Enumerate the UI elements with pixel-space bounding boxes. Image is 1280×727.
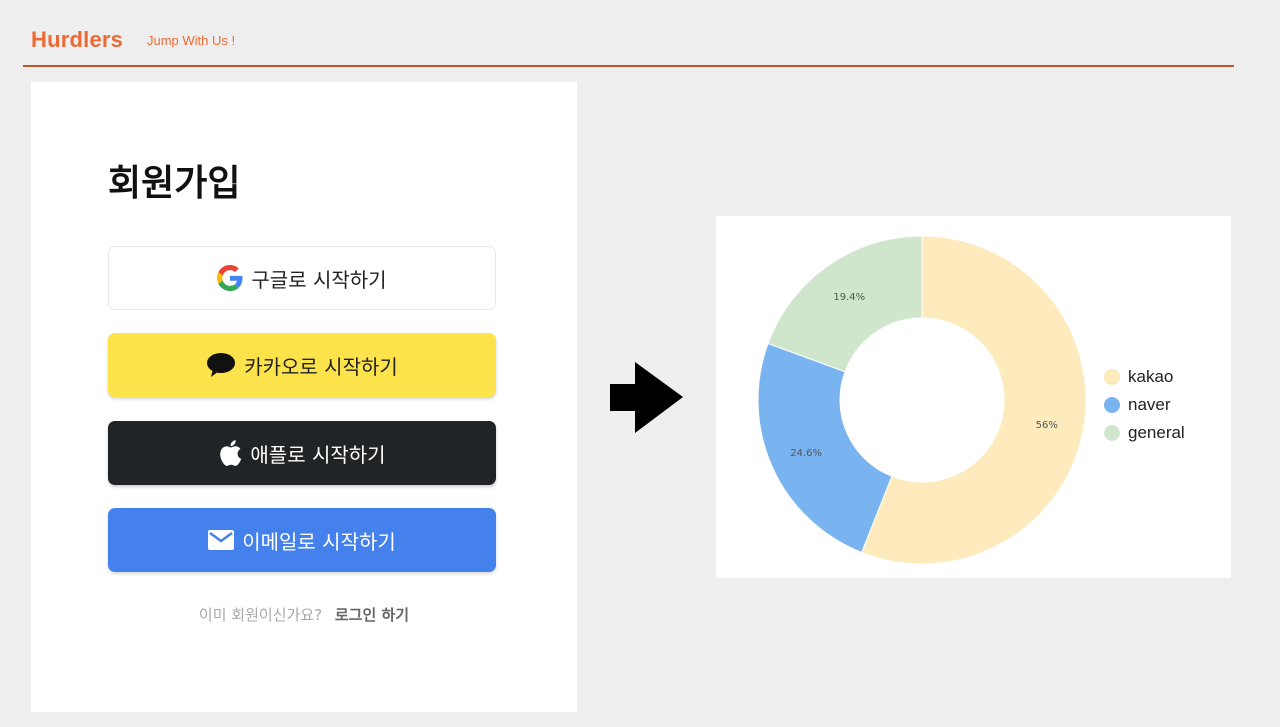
brand-logo[interactable]: Hurdlers	[31, 27, 123, 53]
apple-signup-button[interactable]: 애플로 시작하기	[108, 421, 496, 485]
legend-item-naver: naver	[1104, 391, 1185, 419]
page-title: 회원가입	[108, 163, 241, 204]
slice-general	[767, 235, 923, 373]
google-signup-button[interactable]: 구글로 시작하기	[108, 246, 496, 310]
google-g-icon	[217, 265, 243, 291]
envelope-icon	[208, 530, 235, 550]
top-header: Hurdlers Jump With Us !	[23, 24, 1234, 67]
kakao-signup-label: 카카오로 시작하기	[244, 354, 398, 379]
legend-label-general: general	[1128, 423, 1185, 442]
signup-card: 회원가입 구글로 시작하기 카카오로 시작하기 애플로 시작하기 이메일로 시작…	[31, 82, 577, 712]
signup-method-chart: 56% 24.6% 19.4% kakao naver general	[716, 216, 1231, 578]
login-link[interactable]: 로그인 하기	[335, 606, 409, 624]
apple-signup-label: 애플로 시작하기	[250, 442, 386, 467]
slice-label-general: 19.4%	[833, 292, 865, 303]
right-arrow-icon	[609, 362, 685, 438]
email-signup-label: 이메일로 시작하기	[242, 529, 396, 554]
slice-naver	[757, 342, 893, 554]
email-signup-button[interactable]: 이메일로 시작하기	[108, 508, 496, 572]
apple-logo-icon	[218, 439, 242, 467]
kakao-signup-button[interactable]: 카카오로 시작하기	[108, 333, 496, 397]
chart-legend: kakao naver general	[1104, 363, 1185, 447]
login-prompt-row: 이미 회원이신가요? 로그인 하기	[31, 604, 577, 625]
google-signup-label: 구글로 시작하기	[251, 267, 387, 292]
legend-label-naver: naver	[1128, 395, 1171, 414]
login-question: 이미 회원이신가요?	[198, 606, 323, 624]
brand-tagline: Jump With Us !	[147, 33, 236, 48]
donut-chart: 56% 24.6% 19.4%	[757, 235, 1087, 565]
legend-swatch	[1104, 369, 1120, 385]
legend-label-kakao: kakao	[1128, 367, 1174, 386]
legend-swatch	[1104, 425, 1120, 441]
speech-bubble-icon	[206, 352, 236, 378]
legend-item-kakao: kakao	[1104, 363, 1185, 391]
slice-label-naver: 24.6%	[790, 448, 822, 459]
slice-label-kakao: 56%	[1036, 420, 1058, 431]
legend-swatch	[1104, 397, 1120, 413]
legend-item-general: general	[1104, 419, 1185, 447]
